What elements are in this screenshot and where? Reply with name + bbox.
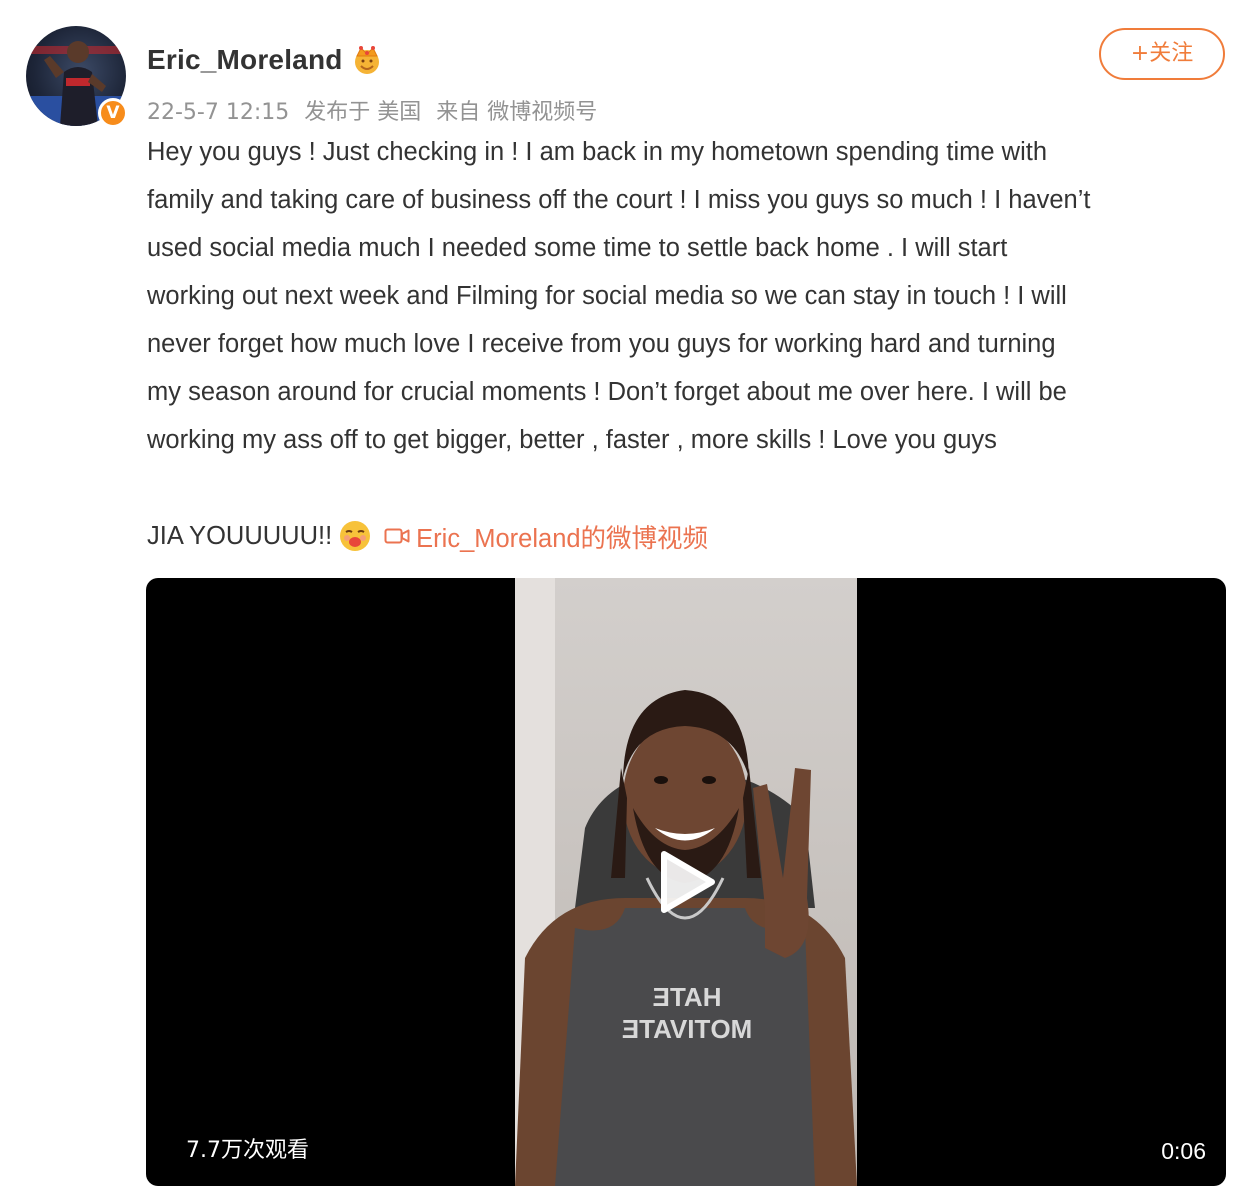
post-body: Hey you guys ! Just checking in ! I am b… [147,138,1091,454]
kiss-face-emoji-icon [340,521,371,551]
follow-button[interactable]: +关注 [1099,28,1225,80]
video-camera-icon [384,528,410,544]
video-view-count: 7.7万次观看 [186,1138,309,1163]
post-tail: JIA YOUUUUU!! Eric_Moreland的微博视频 [147,512,708,560]
svg-text:MOTIVATE: MOTIVATE [622,1014,752,1044]
video-player[interactable]: HATE MOTIVATE 7.7万次观看 0:06 [146,578,1226,1186]
play-icon[interactable] [648,846,720,918]
video-duration: 0:06 [1161,1138,1206,1164]
video-link[interactable]: Eric_Moreland的微博视频 [384,518,708,555]
post-location: 发布于 美国 [304,100,422,125]
svg-text:HATE: HATE [653,982,722,1012]
username[interactable]: Eric_Moreland [147,44,343,76]
post-tail-text: JIA YOUUUUU!! [147,521,333,550]
crown-icon [355,46,379,74]
post-timestamp[interactable]: 22-5-7 12:15 [147,100,289,125]
post-source: 来自 微博视频号 [436,100,598,125]
verified-badge: V [98,98,128,128]
post-meta: 22-5-7 12:15 发布于 美国 来自 微博视频号 [147,94,605,126]
video-link-label: Eric_Moreland的微博视频 [416,524,709,553]
